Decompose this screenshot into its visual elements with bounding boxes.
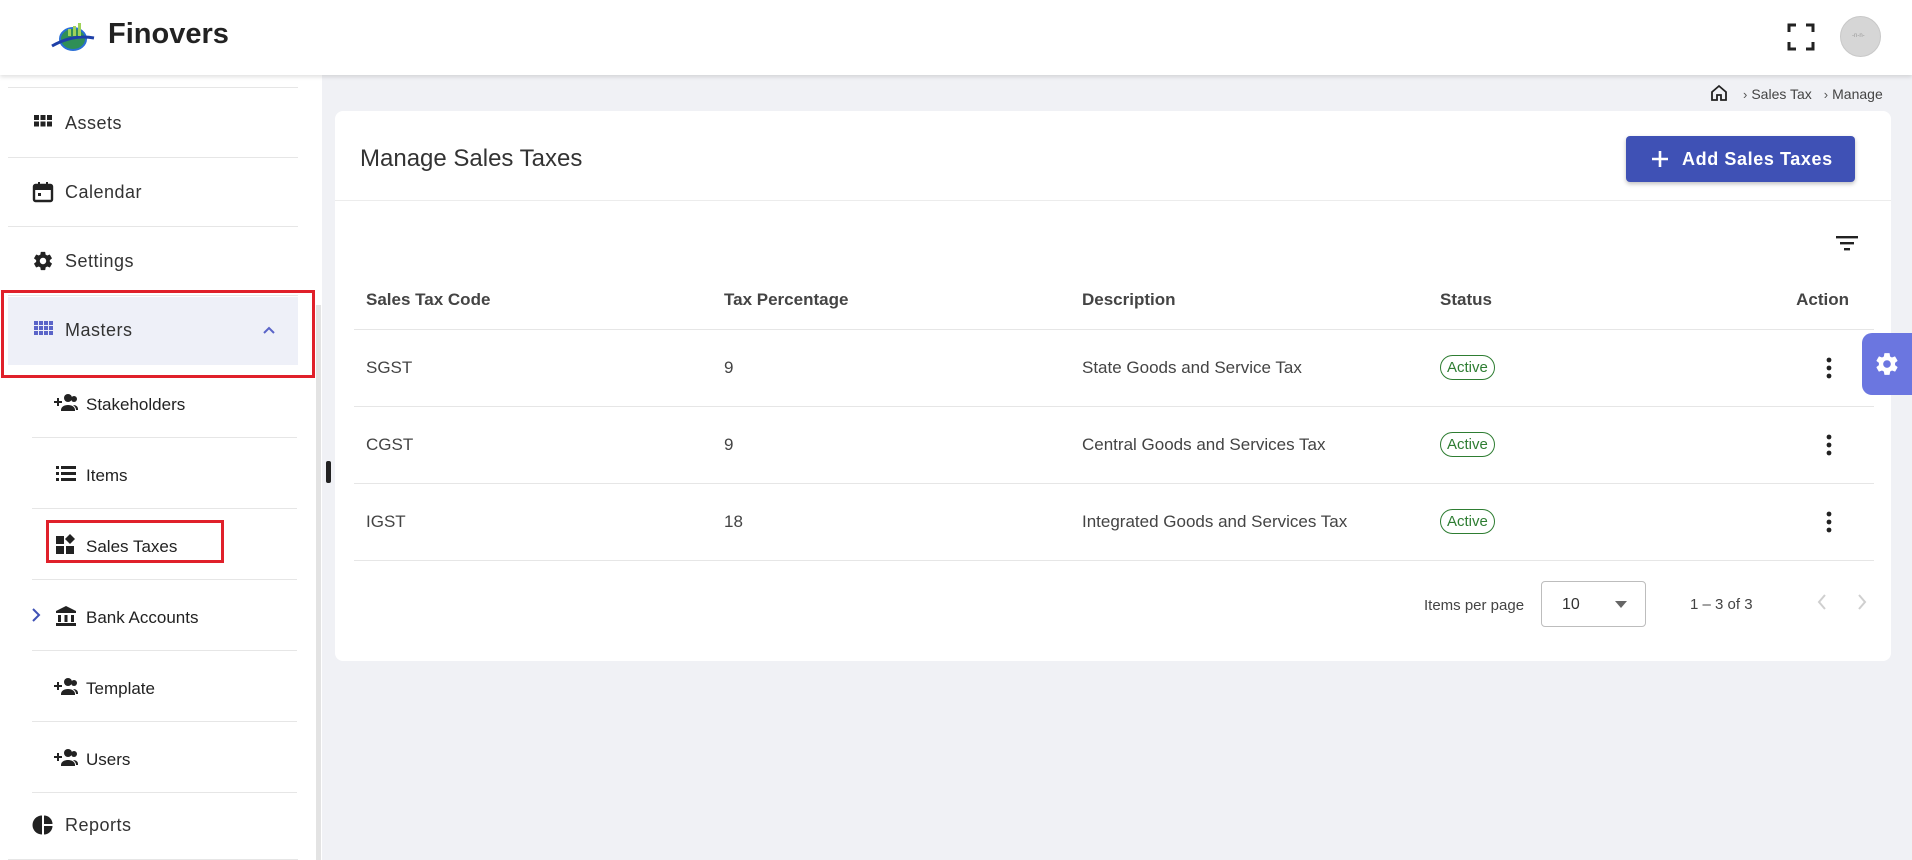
column-header[interactable]: Description xyxy=(1070,272,1428,330)
breadcrumb-separator-icon: › xyxy=(1743,86,1748,102)
submenu-label: Bank Accounts xyxy=(86,608,199,627)
settings-panel-toggle[interactable] xyxy=(1862,333,1912,395)
submenu-label: Stakeholders xyxy=(86,395,186,414)
list-icon xyxy=(56,466,76,481)
description-cell: Integrated Goods and Services Tax xyxy=(1070,483,1428,561)
apps-icon xyxy=(34,321,53,335)
column-header[interactable]: Tax Percentage xyxy=(712,272,1070,330)
grid-icon xyxy=(34,115,52,127)
plus-icon xyxy=(1652,151,1668,167)
more-vert-icon[interactable] xyxy=(1826,434,1832,456)
sidebar-item-reports[interactable]: Reports xyxy=(8,792,298,860)
tax-percentage-cell: 18 xyxy=(712,483,1070,561)
top-bar: Finovers -n-n- xyxy=(0,0,1912,75)
pie-chart-icon xyxy=(32,815,53,835)
sidebar-subitem-template[interactable]: Template xyxy=(32,651,297,722)
items-per-page-label: Items per page xyxy=(1424,597,1525,614)
status-cell: Active xyxy=(1428,483,1678,561)
tax-code-cell: CGST xyxy=(354,406,712,484)
more-vert-icon[interactable] xyxy=(1826,357,1832,379)
app-name: Finovers xyxy=(108,18,229,50)
fullscreen-icon[interactable] xyxy=(1786,22,1816,52)
home-icon[interactable] xyxy=(1710,84,1728,102)
table-header-row: Sales Tax Code Tax Percentage Descriptio… xyxy=(354,272,1874,330)
description-cell: State Goods and Service Tax xyxy=(1070,329,1428,407)
tax-percentage-cell: 9 xyxy=(712,329,1070,407)
breadcrumb-separator-icon: › xyxy=(1823,86,1829,102)
sidebar-subitem-bank-accounts[interactable]: Bank Accounts xyxy=(32,580,297,651)
sidebar-subitem-stakeholders[interactable]: Stakeholders xyxy=(32,367,297,438)
pagination-range: 1 – 3 of 3 xyxy=(1690,596,1753,613)
action-cell xyxy=(1678,329,1874,407)
add-button-label: Add Sales Taxes xyxy=(1682,149,1833,169)
sidebar-scrollbar[interactable] xyxy=(316,305,321,860)
status-badge: Active xyxy=(1440,355,1495,380)
table-row[interactable]: CGST 9 Central Goods and Services Tax Ac… xyxy=(354,406,1874,484)
tax-percentage-cell: 9 xyxy=(712,406,1070,484)
more-vert-icon[interactable] xyxy=(1826,511,1832,533)
sidebar-item-assets[interactable]: Assets xyxy=(8,90,298,158)
page-title: Manage Sales Taxes xyxy=(360,145,583,172)
items-per-page-select[interactable]: 10 xyxy=(1541,581,1646,627)
person-add-icon xyxy=(54,678,78,695)
sales-tax-table: Sales Tax Code Tax Percentage Descriptio… xyxy=(354,272,1874,561)
sales-tax-card: Manage Sales Taxes Add Sales Taxes Sales… xyxy=(335,111,1891,661)
submenu-label: Template xyxy=(86,679,155,698)
filter-icon[interactable] xyxy=(1835,233,1859,253)
next-page-icon[interactable] xyxy=(1855,591,1869,613)
action-cell xyxy=(1678,483,1874,561)
sidebar-item-label: Settings xyxy=(65,251,135,271)
status-badge: Active xyxy=(1440,432,1495,457)
chevron-up-icon xyxy=(263,326,275,334)
sidebar: Assets Calendar Settings Masters Stakeho… xyxy=(0,75,322,860)
sidebar-subitem-items[interactable]: Items xyxy=(32,438,297,509)
dashboard-icon xyxy=(56,534,75,554)
status-badge: Active xyxy=(1440,509,1495,534)
column-header: Action xyxy=(1678,272,1874,330)
calendar-icon xyxy=(32,182,54,203)
sidebar-resize-handle[interactable] xyxy=(326,461,331,483)
table-row[interactable]: IGST 18 Integrated Goods and Services Ta… xyxy=(354,483,1874,561)
bank-icon xyxy=(56,606,76,626)
gear-icon xyxy=(1876,353,1898,375)
divider xyxy=(335,200,1891,201)
avatar[interactable]: -n-n- xyxy=(1840,16,1881,57)
sidebar-item-label: Masters xyxy=(65,320,133,340)
tax-code-cell: IGST xyxy=(354,483,712,561)
sidebar-item-label: Calendar xyxy=(65,182,143,202)
sidebar-item-label: Assets xyxy=(65,113,123,133)
person-add-icon xyxy=(54,749,78,766)
breadcrumb-item: Manage xyxy=(1832,86,1883,102)
breadcrumb: › Sales Tax › Manage xyxy=(1743,84,1883,104)
add-sales-taxes-button[interactable]: Add Sales Taxes xyxy=(1626,136,1855,182)
column-header[interactable]: Status xyxy=(1428,272,1678,330)
column-header[interactable]: Sales Tax Code xyxy=(354,272,712,330)
description-cell: Central Goods and Services Tax xyxy=(1070,406,1428,484)
status-cell: Active xyxy=(1428,329,1678,407)
previous-page-icon[interactable] xyxy=(1815,591,1829,613)
sidebar-subitem-sales-taxes[interactable]: Sales Taxes xyxy=(32,509,297,580)
finovers-logo-icon xyxy=(51,23,95,51)
sidebar-item-masters[interactable]: Masters xyxy=(8,297,298,365)
sidebar-item-label: Reports xyxy=(65,815,132,835)
divider xyxy=(8,87,298,88)
submenu-label: Sales Taxes xyxy=(86,537,178,556)
submenu-label: Users xyxy=(86,750,131,769)
sidebar-item-calendar[interactable]: Calendar xyxy=(8,159,298,227)
person-add-icon xyxy=(54,394,78,411)
table-row[interactable]: SGST 9 State Goods and Service Tax Activ… xyxy=(354,329,1874,407)
sidebar-item-settings[interactable]: Settings xyxy=(8,228,298,296)
dropdown-caret-icon xyxy=(1615,601,1627,608)
sidebar-subitem-users[interactable]: Users xyxy=(32,722,297,793)
gear-icon xyxy=(34,251,52,271)
action-cell xyxy=(1678,406,1874,484)
breadcrumb-item[interactable]: Sales Tax xyxy=(1751,86,1811,102)
tax-code-cell: SGST xyxy=(354,329,712,407)
items-per-page-value: 10 xyxy=(1562,596,1580,613)
avatar-text: -n-n- xyxy=(1852,33,1865,39)
status-cell: Active xyxy=(1428,406,1678,484)
submenu-label: Items xyxy=(86,466,128,485)
